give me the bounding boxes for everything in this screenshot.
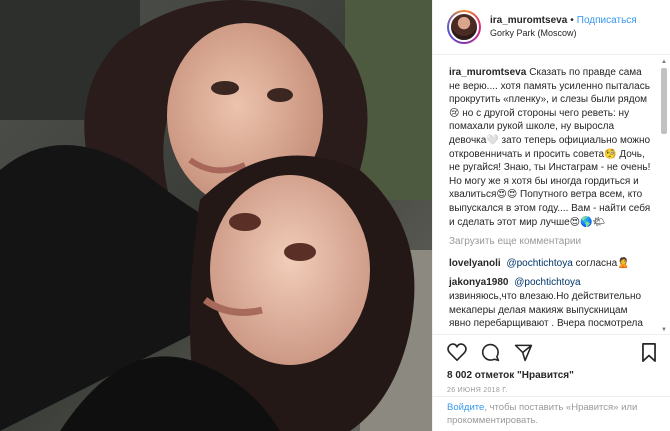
post-location[interactable]: Gorky Park (Moscow) [490,28,637,39]
avatar[interactable] [447,10,481,44]
comment-item: jakonya1980 @pochtichtoya извиняюсь,что … [449,276,651,330]
post-side-panel: ira_muromtseva • Подписаться Gorky Park (M… [432,0,670,431]
comment-text: извиняюсь,что влезаю.Но действительно ме… [449,290,643,330]
post-photo[interactable] [0,0,432,431]
comment-mention[interactable]: @pochtichtoya [506,258,572,269]
comments-scrollbar[interactable]: ▲ ▼ [660,58,668,334]
post-author-username[interactable]: ira_muromtseva [490,15,567,26]
post-header: ira_muromtseva • Подписаться Gorky Park (M… [433,0,670,55]
comment-text: согласна🙎 [575,257,630,269]
caption-text: Сказать по правде сама не верю.... хотя … [449,67,651,228]
bookmark-icon[interactable] [641,342,657,362]
post-header-top: ira_muromtseva • Подписаться [490,15,637,28]
comment-username[interactable]: jakonya1980 [449,277,509,288]
caption-username[interactable]: ira_muromtseva [449,67,526,78]
comment-username[interactable]: lovelyanoli [449,258,501,269]
login-prompt: Войдите, чтобы поставить «Нравится» или … [433,396,670,431]
post-header-text: ira_muromtseva • Подписаться Gorky Park (M… [490,15,637,39]
login-link[interactable]: Войдите [447,402,484,413]
comment-mention[interactable]: @pochtichtoya [514,277,580,288]
post-actions: 8 002 отметок "Нравится" 26 ИЮНЯ 2018 Г. [433,334,670,394]
scroll-up-arrow-icon[interactable]: ▲ [660,58,668,66]
post-photo-image [0,0,432,431]
share-icon[interactable] [514,343,533,362]
heart-icon[interactable] [447,343,467,361]
follow-button[interactable]: Подписаться [577,15,637,26]
likes-count[interactable]: 8 002 отметок "Нравится" [447,370,657,381]
scroll-down-arrow-icon[interactable]: ▼ [660,326,668,334]
comment-icon[interactable] [481,343,500,362]
caption: ira_muromtseva Сказать по правде сама не … [449,66,651,229]
comments-list: ira_muromtseva Сказать по правде сама не … [433,56,661,334]
action-icons [447,341,657,363]
separator-dot: • [570,15,574,27]
load-more-comments-button[interactable]: Загрузить еще комментарии [449,235,651,249]
scroll-thumb[interactable] [661,68,667,134]
post-date[interactable]: 26 ИЮНЯ 2018 Г. [447,387,657,394]
comment-item: lovelyanoli @pochtichtoya согласна🙎 [449,257,651,271]
avatar-image [449,12,479,42]
